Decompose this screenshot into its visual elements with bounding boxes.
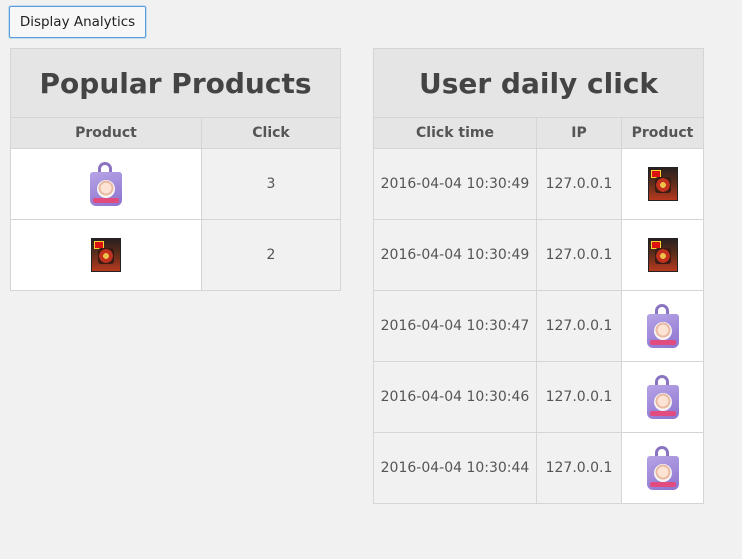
user-daily-click-title: User daily click [373, 48, 704, 118]
click-count: 2 [200, 219, 342, 291]
product-cell [621, 148, 704, 220]
toy-box-icon[interactable] [91, 238, 121, 272]
table-row: 2016-04-04 10:30:49 127.0.0.1 [373, 148, 704, 220]
toy-box-icon[interactable] [647, 167, 678, 201]
product-cell [621, 219, 704, 291]
click-time: 2016-04-04 10:30:47 [373, 290, 537, 362]
ip-address: 127.0.0.1 [536, 148, 622, 220]
click-time: 2016-04-04 10:30:44 [373, 432, 537, 504]
toy-box-icon[interactable] [647, 238, 678, 272]
table-row: 2016-04-04 10:30:47 127.0.0.1 [373, 290, 704, 362]
display-analytics-button[interactable]: Display Analytics [9, 6, 146, 38]
user-daily-click-table: User daily click Click time IP Product 2… [373, 48, 704, 504]
table-row: 3 [10, 148, 342, 220]
column-header-product: Product [10, 117, 202, 149]
table-row: 2016-04-04 10:30:44 127.0.0.1 [373, 432, 704, 504]
column-header-ip: IP [536, 117, 622, 149]
column-header-click: Click [200, 117, 342, 149]
product-cell [621, 290, 704, 362]
ip-address: 127.0.0.1 [536, 219, 622, 291]
click-count: 3 [200, 148, 342, 220]
purple-bag-icon[interactable] [646, 446, 680, 490]
ip-address: 127.0.0.1 [536, 290, 622, 362]
click-time: 2016-04-04 10:30:49 [373, 148, 537, 220]
purple-bag-icon[interactable] [646, 375, 680, 419]
product-cell [10, 148, 202, 220]
table-row: 2 [10, 219, 342, 291]
user-daily-click-body: 2016-04-04 10:30:49 127.0.0.1 2016-04-04 1… [373, 148, 704, 504]
table-row: 2016-04-04 10:30:49 127.0.0.1 [373, 219, 704, 291]
product-cell [10, 219, 202, 291]
table-row: 2016-04-04 10:30:46 127.0.0.1 [373, 361, 704, 433]
purple-bag-icon[interactable] [89, 162, 123, 206]
click-time: 2016-04-04 10:30:46 [373, 361, 537, 433]
column-header-click-time: Click time [373, 117, 537, 149]
popular-products-body: 32 [10, 148, 342, 291]
ip-address: 127.0.0.1 [536, 432, 622, 504]
ip-address: 127.0.0.1 [536, 361, 622, 433]
popular-products-title: Popular Products [9, 48, 342, 118]
purple-bag-icon[interactable] [646, 304, 680, 348]
product-cell [621, 361, 704, 433]
column-header-product: Product [621, 117, 704, 149]
click-time: 2016-04-04 10:30:49 [373, 219, 537, 291]
popular-products-table: Popular Products Product Click 32 [9, 48, 342, 291]
product-cell [621, 432, 704, 504]
